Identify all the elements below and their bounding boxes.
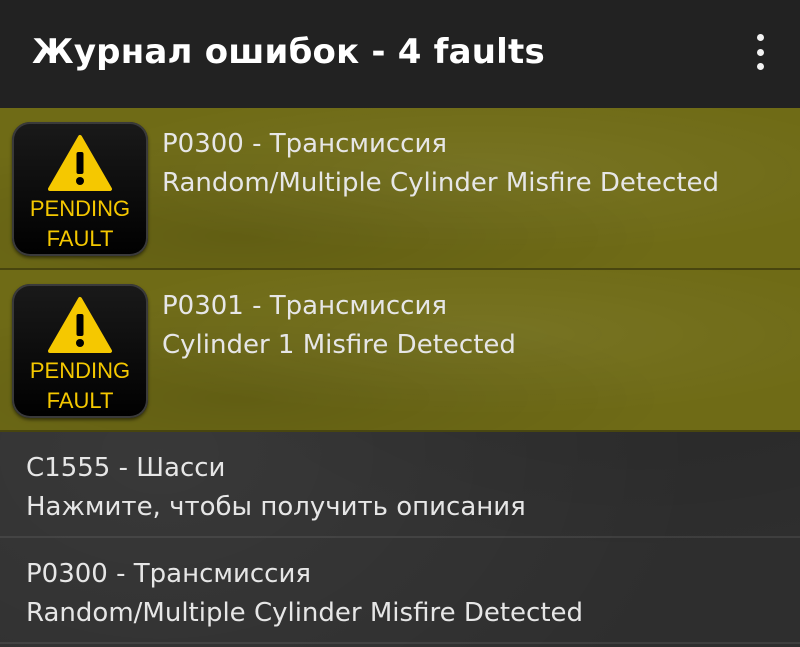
fault-log-screen: Журнал ошибок - 4 faults PENDING FAULT P… (0, 0, 800, 647)
toolbar: Журнал ошибок - 4 faults (0, 0, 800, 108)
more-vert-icon[interactable] (750, 34, 770, 70)
fault-row[interactable]: C1555 - Шасси Нажмите, чтобы получить оп… (0, 432, 800, 538)
badge-label-line1: PENDING (29, 196, 131, 221)
fault-code: P0300 - Трансмиссия (26, 559, 312, 589)
menu-dot (756, 48, 764, 56)
fault-row-pending[interactable]: PENDING FAULT P0300 - Трансмиссия Random… (0, 108, 800, 270)
fault-code: C1555 - Шасси (26, 453, 226, 483)
fault-description: Random/Multiple Cylinder Misfire Detecte… (26, 598, 584, 628)
badge-label-line1: PENDING (29, 358, 131, 383)
fault-description: Нажмите, чтобы получить описания (26, 492, 526, 522)
fault-list: PENDING FAULT P0300 - Трансмиссия Random… (0, 108, 800, 644)
pending-fault-badge: PENDING FAULT (12, 122, 148, 256)
badge-label-line2: FAULT (46, 388, 114, 413)
menu-dot (756, 34, 764, 41)
fault-description: Random/Multiple Cylinder Misfire Detecte… (162, 168, 720, 198)
menu-dot (756, 63, 764, 70)
warning-triangle-icon (48, 297, 112, 353)
page-title: Журнал ошибок - 4 faults (32, 32, 545, 72)
fault-description: Cylinder 1 Misfire Detected (162, 330, 516, 360)
warning-triangle-icon (48, 135, 112, 191)
badge-label-line2: FAULT (46, 226, 114, 251)
fault-code: P0301 - Трансмиссия (162, 291, 448, 321)
pending-fault-badge: PENDING FAULT (12, 284, 148, 418)
fault-row-pending[interactable]: PENDING FAULT P0301 - Трансмиссия Cylind… (0, 270, 800, 432)
fault-code: P0300 - Трансмиссия (162, 129, 448, 159)
fault-row[interactable]: P0300 - Трансмиссия Random/Multiple Cyli… (0, 538, 800, 644)
